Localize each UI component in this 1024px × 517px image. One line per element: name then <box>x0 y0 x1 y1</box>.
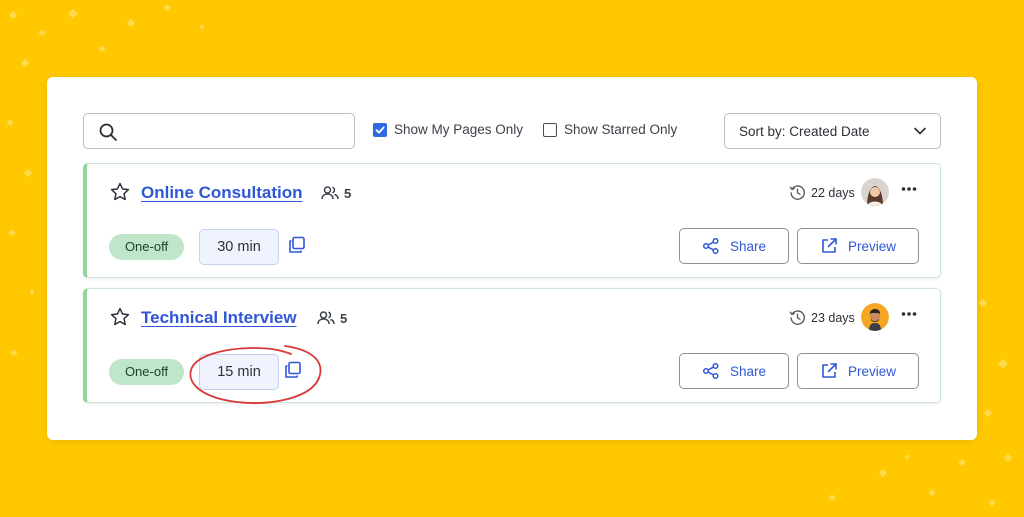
clock-history-icon <box>789 310 805 325</box>
share-icon <box>702 362 719 380</box>
page-title-link[interactable]: Technical Interview <box>141 308 297 328</box>
share-button-label: Share <box>729 363 767 379</box>
page-card: Online Consultation 5 22 days One-off 30… <box>83 163 941 278</box>
more-options-icon[interactable] <box>901 186 917 192</box>
share-button-label: Share <box>729 238 767 254</box>
filter-starred-label: Show Starred Only <box>564 122 678 137</box>
checkbox-starred[interactable] <box>543 122 557 137</box>
users-icon <box>321 186 339 200</box>
event-type-badge: One-off <box>109 234 184 260</box>
page-card: Technical Interview 5 23 days One-off 15… <box>83 288 941 403</box>
search-box[interactable] <box>83 113 355 149</box>
preview-button-label: Preview <box>847 238 896 254</box>
page-age: 22 days <box>789 184 855 201</box>
copy-icon[interactable] <box>288 236 306 254</box>
copy-icon[interactable] <box>284 361 302 379</box>
search-icon <box>99 123 117 141</box>
preview-button-label: Preview <box>847 363 896 379</box>
clock-history-icon <box>789 185 805 200</box>
filter-my-pages-label: Show My Pages Only <box>394 122 524 137</box>
share-button[interactable]: Share <box>679 228 789 264</box>
members-count: 5 <box>317 310 347 326</box>
search-input[interactable] <box>128 120 343 142</box>
preview-button[interactable]: Preview <box>797 228 919 264</box>
users-icon <box>317 311 335 325</box>
duration-chip: 30 min <box>199 229 279 265</box>
filter-my-pages[interactable]: Show My Pages Only <box>373 122 523 137</box>
members-count-value: 5 <box>344 185 352 201</box>
share-icon <box>702 237 719 255</box>
pages-panel: Show My Pages Only Show Starred Only Sor… <box>47 77 977 440</box>
checkmark-icon <box>375 126 385 133</box>
external-link-icon <box>822 363 837 378</box>
page-age: 23 days <box>789 309 855 326</box>
star-icon[interactable] <box>109 306 131 328</box>
page-age-value: 23 days <box>811 310 855 325</box>
checkbox-my-pages[interactable] <box>373 122 387 137</box>
owner-avatar <box>861 178 889 206</box>
duration-chip: 15 min <box>199 354 279 390</box>
page-title-link[interactable]: Online Consultation <box>141 183 303 203</box>
owner-avatar <box>861 303 889 331</box>
external-link-icon <box>822 238 837 253</box>
star-icon[interactable] <box>109 181 131 203</box>
filter-starred[interactable]: Show Starred Only <box>543 122 677 137</box>
event-type-badge: One-off <box>109 359 184 385</box>
sort-label: Sort by: Created Date <box>739 123 870 139</box>
sort-dropdown[interactable]: Sort by: Created Date <box>724 113 941 149</box>
members-count: 5 <box>321 185 351 201</box>
share-button[interactable]: Share <box>679 353 789 389</box>
members-count-value: 5 <box>340 310 348 326</box>
page-age-value: 22 days <box>811 185 855 200</box>
preview-button[interactable]: Preview <box>797 353 919 389</box>
more-options-icon[interactable] <box>901 311 917 317</box>
chevron-down-icon <box>914 127 926 135</box>
